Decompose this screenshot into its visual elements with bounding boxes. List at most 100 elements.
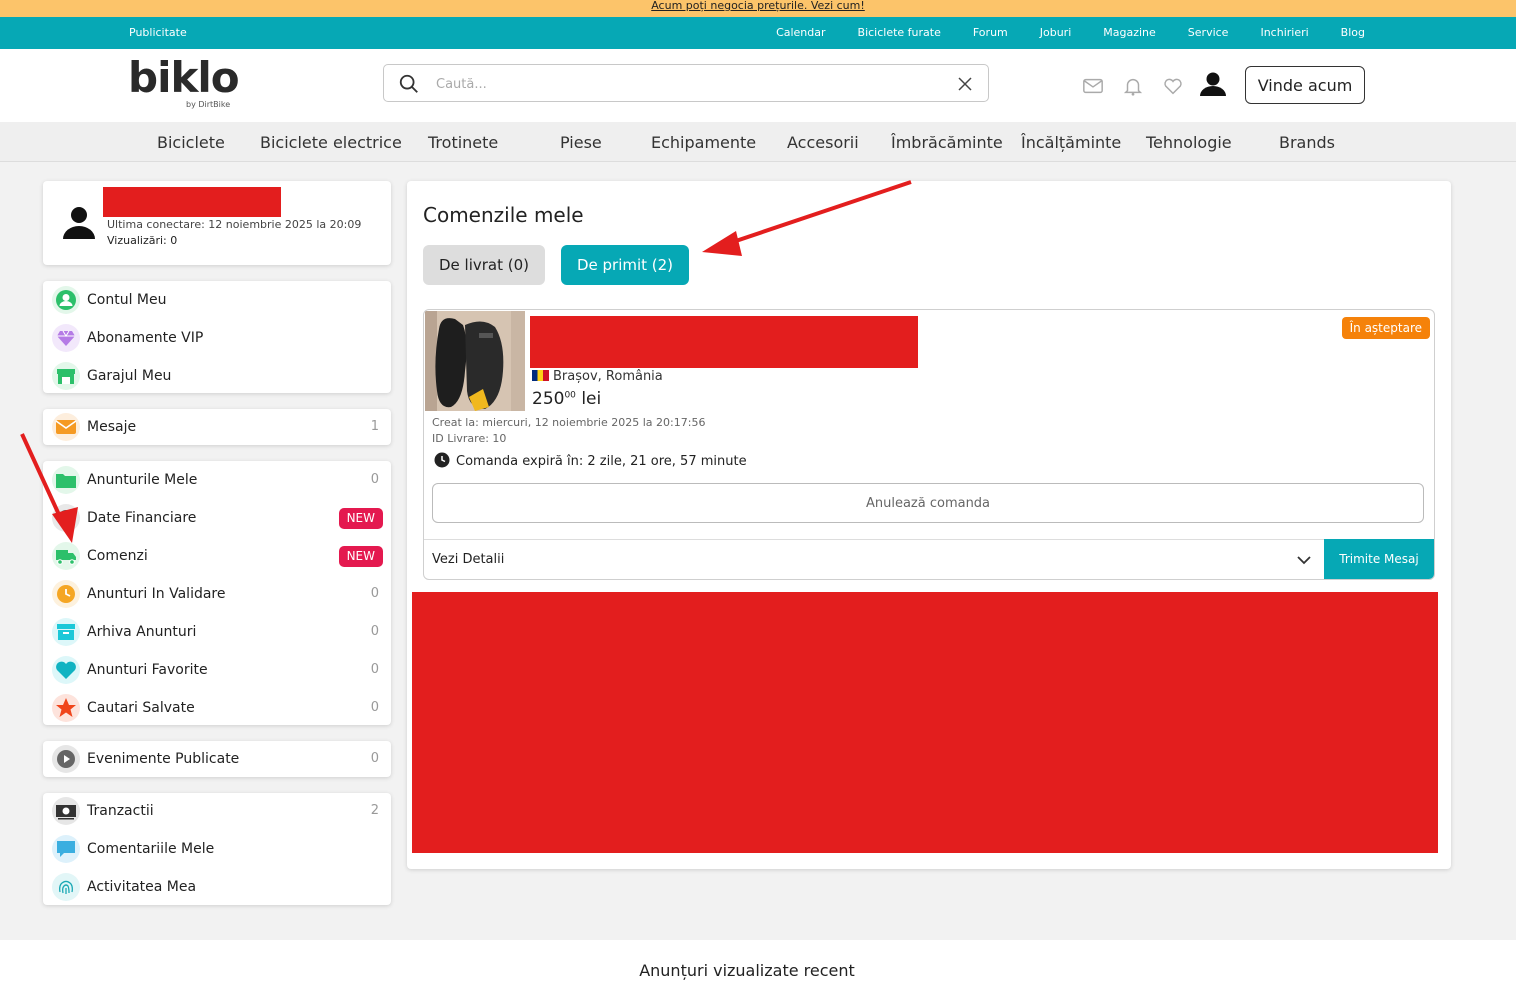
sidebar-item-count: 0 [370,624,379,639]
nav-link-forum[interactable]: Forum [973,26,1008,39]
category-tehnologie[interactable]: Tehnologie [1146,133,1232,152]
nav-link-calendar[interactable]: Calendar [776,26,825,39]
bell-icon[interactable] [1122,75,1144,97]
sidebar-group-account: Contul Meu Abonamente VIP Garajul Meu [43,281,391,393]
category-biciclete[interactable]: Biciclete [157,133,225,152]
send-message-button[interactable]: Trimite Mesaj [1324,539,1434,579]
sidebar-item-tranzactii[interactable]: Tranzactii 2 [43,792,391,830]
sidebar-item-cautari-salvate[interactable]: Cautari Salvate 0 [43,689,391,727]
cancel-order-button[interactable]: Anulează comanda [432,483,1424,523]
close-icon[interactable] [956,75,974,93]
sidebar-item-evenimente-publicate[interactable]: Evenimente Publicate 0 [43,740,391,778]
heart-icon [52,656,80,684]
mail-icon[interactable] [1082,75,1104,97]
sidebar-item-label: Mesaje [87,419,137,435]
star-icon [52,694,80,722]
chevron-down-icon [1297,556,1311,565]
site-logo[interactable]: biklo by DirtBike [128,53,240,110]
sidebar-item-mesaje[interactable]: Mesaje 1 [43,408,391,446]
details-toggle[interactable]: Vezi Detalii [424,539,1434,579]
logo-wordmark: biklo [128,53,240,102]
sidebar-group-messages: Mesaje 1 [43,409,391,445]
profile-avatar [59,202,99,242]
search-icon[interactable] [398,73,420,95]
nav-link-magazine[interactable]: Magazine [1103,26,1156,39]
sidebar-item-anunturile-mele[interactable]: Anunturile Mele 0 [43,461,391,499]
tab-de-livrat[interactable]: De livrat (0) [423,245,545,285]
heart-icon[interactable] [1162,75,1184,97]
sidebar-item-count: 0 [370,751,379,766]
recently-viewed-title: Anunțuri vizualizate recent [639,961,855,980]
promo-link[interactable]: Acum poți negocia prețurile. Vezi cum! [651,0,865,12]
category-nav: Biciclete Biciclete electrice Trotinete … [0,122,1516,162]
recently-viewed-section: Anunțuri vizualizate recent [0,940,1516,992]
redacted-order-title [530,316,918,368]
sidebar-item-activitatea-mea[interactable]: Activitatea Mea [43,868,391,906]
category-incaltaminte[interactable]: Încălțăminte [1021,133,1121,152]
svg-text:$: $ [63,512,70,525]
sidebar-group-events: Evenimente Publicate 0 [43,741,391,777]
profile-views: Vizualizări: 0 [107,234,178,247]
sidebar-item-label: Evenimente Publicate [87,751,240,767]
nav-link-joburi[interactable]: Joburi [1040,26,1072,39]
order-price: 25000 lei [532,389,601,409]
sidebar-item-count: 1 [370,419,379,434]
sidebar-item-count: 0 [370,662,379,677]
top-nav-links: Calendar Biciclete furate Forum Joburi M… [776,26,1365,39]
category-biciclete-electrice[interactable]: Biciclete electrice [260,133,402,152]
category-accesorii[interactable]: Accesorii [787,133,859,152]
price-decimal: 00 [564,390,576,401]
delivery-id: ID Livrare: 10 [432,432,507,445]
category-echipamente[interactable]: Echipamente [651,133,756,152]
sidebar-group-activity: Tranzactii 2 Comentariile Mele Activitat… [43,793,391,905]
sidebar-item-abonamente-vip[interactable]: Abonamente VIP [43,319,391,357]
order-expiry-text: Comanda expiră în: 2 zile, 21 ore, 57 mi… [456,454,747,469]
sidebar-item-comentariile-mele[interactable]: Comentariile Mele [43,830,391,868]
sidebar-item-comenzi[interactable]: Comenzi NEW [43,537,391,575]
nav-link-publicitate[interactable]: Publicitate [129,26,187,39]
nav-link-service[interactable]: Service [1188,26,1229,39]
folder-icon [52,466,80,494]
play-icon [52,745,80,773]
sidebar-item-garajul-meu[interactable]: Garajul Meu [43,357,391,395]
sidebar-item-anunturi-favorite[interactable]: Anunturi Favorite 0 [43,651,391,689]
sidebar-item-label: Comenzi [87,548,148,564]
sell-now-button[interactable]: Vinde acum [1245,66,1365,104]
new-badge: NEW [338,546,383,567]
category-trotinete[interactable]: Trotinete [428,133,498,152]
profile-card: Ultima conectare: 12 noiembrie 2025 la 2… [43,181,391,265]
category-piese[interactable]: Piese [560,133,602,152]
sidebar-item-label: Date Financiare [87,510,197,526]
cash-icon [52,797,80,825]
sidebar-item-contul-meu[interactable]: Contul Meu [43,281,391,319]
user-avatar[interactable] [1197,68,1229,100]
product-thumbnail[interactable] [425,311,525,411]
category-imbracaminte[interactable]: Îmbrăcăminte [891,133,1003,152]
category-brands[interactable]: Brands [1279,133,1335,152]
sidebar-group-listings: Anunturile Mele 0 $ Date Financiare NEW … [43,461,391,725]
price-integer: 250 [532,389,565,409]
sidebar-item-count: 2 [370,803,379,818]
sidebar-item-date-financiare[interactable]: $ Date Financiare NEW [43,499,391,537]
order-created-date: Creat la: miercuri, 12 noiembrie 2025 la… [432,416,706,429]
sidebar-item-count: 0 [370,700,379,715]
nav-link-inchirieri[interactable]: Inchirieri [1260,26,1308,39]
last-login: Ultima conectare: 12 noiembrie 2025 la 2… [107,218,362,231]
sidebar-item-anunturi-in-validare[interactable]: Anunturi In Validare 0 [43,575,391,613]
sidebar-item-count: 0 [370,586,379,601]
sidebar-item-arhiva-anunturi[interactable]: Arhiva Anunturi 0 [43,613,391,651]
fingerprint-icon [52,873,80,901]
sidebar-item-label: Cautari Salvate [87,700,195,716]
nav-link-biciclete-furate[interactable]: Biciclete furate [858,26,941,39]
sidebar-item-label: Contul Meu [87,292,167,308]
details-label: Vezi Detalii [432,552,505,567]
sidebar-item-count: 0 [370,472,379,487]
search-input[interactable] [436,73,916,95]
status-badge: În așteptare [1341,317,1430,339]
order-location-text: Brașov, România [553,369,663,384]
site-header: biklo by DirtBike Vinde acum [0,49,1516,122]
tab-de-primit[interactable]: De primit (2) [561,245,689,285]
logo-subtitle: by DirtBike [186,100,231,109]
archive-icon [52,618,80,646]
nav-link-blog[interactable]: Blog [1341,26,1365,39]
